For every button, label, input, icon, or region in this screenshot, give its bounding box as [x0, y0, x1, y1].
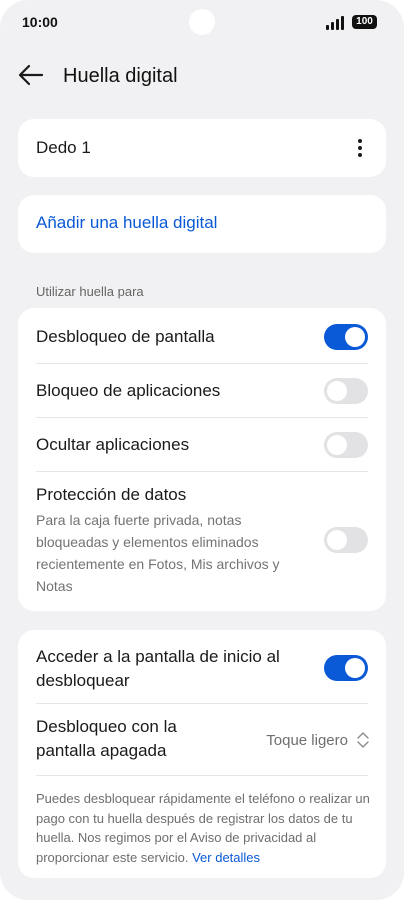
row-title: Ocultar aplicaciones — [36, 435, 190, 454]
back-button[interactable] — [14, 60, 48, 90]
phone-screen: 10:00 100 Huella digital Dedo 1 Añadir u… — [0, 0, 404, 900]
front-camera — [189, 9, 215, 35]
divider — [36, 775, 368, 776]
privacy-note: Puedes desbloquear rápidamente el teléfo… — [36, 789, 370, 867]
row-title: Bloqueo de aplicaciones — [36, 381, 221, 400]
row-title: Desbloqueo con la pantalla apagada — [36, 717, 177, 760]
divider — [36, 471, 368, 472]
see-details-link[interactable]: Ver detalles — [192, 850, 260, 865]
row-title: Protección de datos — [36, 485, 187, 504]
battery-icon: 100 — [352, 15, 377, 29]
page-title: Huella digital — [63, 65, 178, 87]
status-bar: 10:00 100 — [0, 0, 404, 46]
screen-unlock-toggle[interactable] — [324, 324, 368, 350]
finger-label: Dedo 1 — [36, 138, 91, 157]
data-protection-toggle[interactable] — [324, 527, 368, 553]
section-label-use-fingerprint: Utilizar huella para — [36, 284, 144, 299]
signal-icon — [326, 16, 346, 30]
divider — [36, 703, 368, 704]
add-fingerprint-link[interactable]: Añadir una huella digital — [36, 213, 217, 233]
chevron-up-down-icon — [357, 732, 369, 748]
arrow-left-icon — [18, 64, 44, 86]
finger-card[interactable]: Dedo 1 — [18, 119, 386, 177]
status-time: 10:00 — [22, 14, 58, 30]
home-screen-toggle[interactable] — [324, 655, 368, 681]
row-title: Acceder a la pantalla de inicio al desbl… — [36, 647, 280, 690]
use-fingerprint-card: Desbloqueo de pantalla Bloqueo de aplica… — [18, 308, 386, 611]
more-options-button[interactable] — [352, 137, 368, 159]
row-subtitle: Para la caja fuerte privada, notas bloqu… — [36, 512, 280, 594]
app-lock-toggle[interactable] — [324, 378, 368, 404]
more-vertical-icon — [352, 139, 368, 157]
hide-apps-toggle[interactable] — [324, 432, 368, 458]
divider — [36, 417, 368, 418]
add-fingerprint-card[interactable]: Añadir una huella digital — [18, 195, 386, 253]
app-header: Huella digital — [0, 52, 404, 100]
row-title: Desbloqueo de pantalla — [36, 327, 215, 346]
screen-off-value[interactable]: Toque ligero — [266, 732, 348, 749]
divider — [36, 363, 368, 364]
unlock-options-card: Acceder a la pantalla de inicio al desbl… — [18, 630, 386, 878]
